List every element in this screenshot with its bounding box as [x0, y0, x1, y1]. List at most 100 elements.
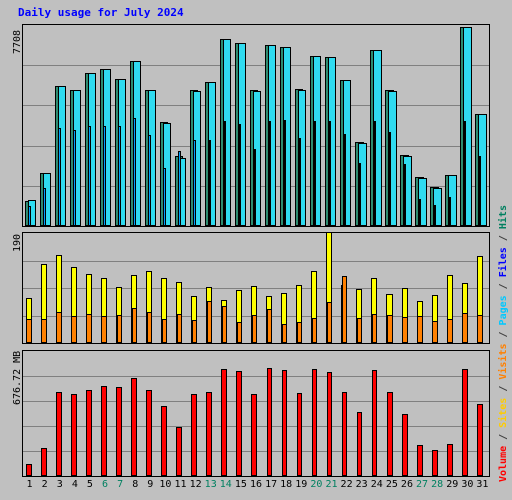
- day-bar-group: [369, 351, 384, 476]
- bar-pages: [388, 132, 392, 226]
- day-bar-group: [113, 233, 128, 343]
- bar-pages: [373, 121, 377, 226]
- bar-volume: [41, 448, 47, 476]
- day-bar-group: [218, 351, 233, 476]
- day-label-10: 10: [159, 479, 172, 490]
- day-label-19: 19: [295, 479, 308, 490]
- bar-pages: [103, 126, 106, 226]
- bar-volume: [71, 394, 77, 476]
- day-bar-group: [233, 25, 248, 226]
- day-bar-group: [414, 25, 429, 226]
- legend-separator: /: [498, 229, 509, 248]
- bar-visits: [206, 301, 213, 343]
- day-bar-group: [98, 351, 113, 476]
- day-bar-group: [474, 351, 489, 476]
- bar-pages: [433, 205, 437, 226]
- sites-visits-panel: [22, 232, 490, 344]
- day-bar-group: [203, 233, 218, 343]
- day-label-13: 13: [204, 479, 217, 490]
- day-bar-group: [248, 233, 263, 343]
- day-label-5: 5: [86, 479, 93, 490]
- bar-pages: [73, 130, 76, 226]
- day-bar-group: [128, 233, 143, 343]
- bar-pages: [28, 206, 31, 226]
- day-label-23: 23: [355, 479, 368, 490]
- day-bar-group: [128, 25, 143, 226]
- x-axis-day-labels: 1 2 3 4 5 6 7 8 9 10 11 12 13 14 15 16 17 18 19 20 21 22 23 24 2…: [22, 479, 490, 497]
- bar-volume: [266, 368, 273, 476]
- bar-visits: [281, 324, 288, 343]
- day-label-7: 7: [117, 479, 124, 490]
- bar-visits: [131, 308, 137, 343]
- bar-visits: [311, 318, 318, 343]
- bar-volume: [206, 392, 213, 476]
- day-bar-group: [113, 351, 128, 476]
- day-bar-group: [459, 233, 474, 343]
- day-label-27: 27: [416, 479, 429, 490]
- bar-visits: [447, 319, 453, 343]
- bar-volume: [56, 392, 62, 476]
- bar-area: [23, 351, 489, 476]
- day-bar-group: [444, 351, 459, 476]
- bar-visits: [477, 315, 483, 343]
- day-bar-group: [339, 233, 354, 343]
- day-label-18: 18: [280, 479, 293, 490]
- bar-visits: [432, 321, 438, 343]
- day-bar-group: [248, 25, 263, 226]
- bar-pages: [403, 164, 407, 226]
- day-bar-group: [339, 25, 354, 226]
- day-bar-group: [173, 25, 188, 226]
- day-bar-group: [218, 25, 233, 226]
- bar-visits: [402, 317, 408, 343]
- day-bar-group: [459, 25, 474, 226]
- day-label-28: 28: [431, 479, 444, 490]
- bar-volume: [191, 394, 198, 476]
- day-bar-group: [264, 351, 279, 476]
- day-label-6: 6: [102, 479, 109, 490]
- bar-pages: [313, 121, 317, 226]
- bar-visits: [221, 306, 228, 343]
- day-bar-group: [384, 233, 399, 343]
- day-bar-group: [354, 351, 369, 476]
- bar-area: [23, 233, 489, 343]
- day-bar-group: [113, 25, 128, 226]
- bar-visits: [251, 315, 258, 343]
- day-bar-group: [324, 25, 339, 226]
- bar-volume: [341, 392, 348, 476]
- day-bar-group: [309, 25, 324, 226]
- day-bar-group: [324, 351, 339, 476]
- day-bar-group: [23, 25, 38, 226]
- day-bar-group: [188, 25, 203, 226]
- day-bar-group: [233, 233, 248, 343]
- bar-pages: [449, 197, 452, 226]
- bar-pages: [418, 199, 422, 226]
- day-label-1: 1: [26, 479, 33, 490]
- bar-visits: [326, 302, 333, 343]
- bar-pages: [178, 151, 181, 226]
- day-bar-group: [309, 351, 324, 476]
- bar-volume: [116, 387, 122, 476]
- day-label-21: 21: [325, 479, 338, 490]
- webalizer-daily-usage-chart: Daily usage for July 2024 7708 190 676.7…: [0, 0, 512, 500]
- day-bar-group: [248, 351, 263, 476]
- bar-volume: [221, 369, 228, 476]
- day-bar-group: [264, 25, 279, 226]
- legend: Volume / Sites / Visits / Pages / Files …: [497, 205, 511, 482]
- bar-pages: [358, 163, 362, 226]
- day-label-22: 22: [340, 479, 353, 490]
- legend-item-visits: Visits: [498, 343, 509, 380]
- day-bar-group: [158, 233, 173, 343]
- bar-pages: [148, 135, 151, 226]
- day-label-20: 20: [310, 479, 323, 490]
- bar-pages: [238, 124, 241, 226]
- day-label-31: 31: [476, 479, 489, 490]
- bar-volume: [146, 390, 152, 476]
- bar-pages: [133, 118, 136, 226]
- bar-volume: [131, 378, 137, 476]
- day-bar-group: [83, 233, 98, 343]
- legend-separator: /: [498, 379, 509, 398]
- bar-visits: [417, 316, 423, 343]
- day-label-3: 3: [56, 479, 63, 490]
- bar-visits: [341, 276, 348, 343]
- day-label-15: 15: [234, 479, 247, 490]
